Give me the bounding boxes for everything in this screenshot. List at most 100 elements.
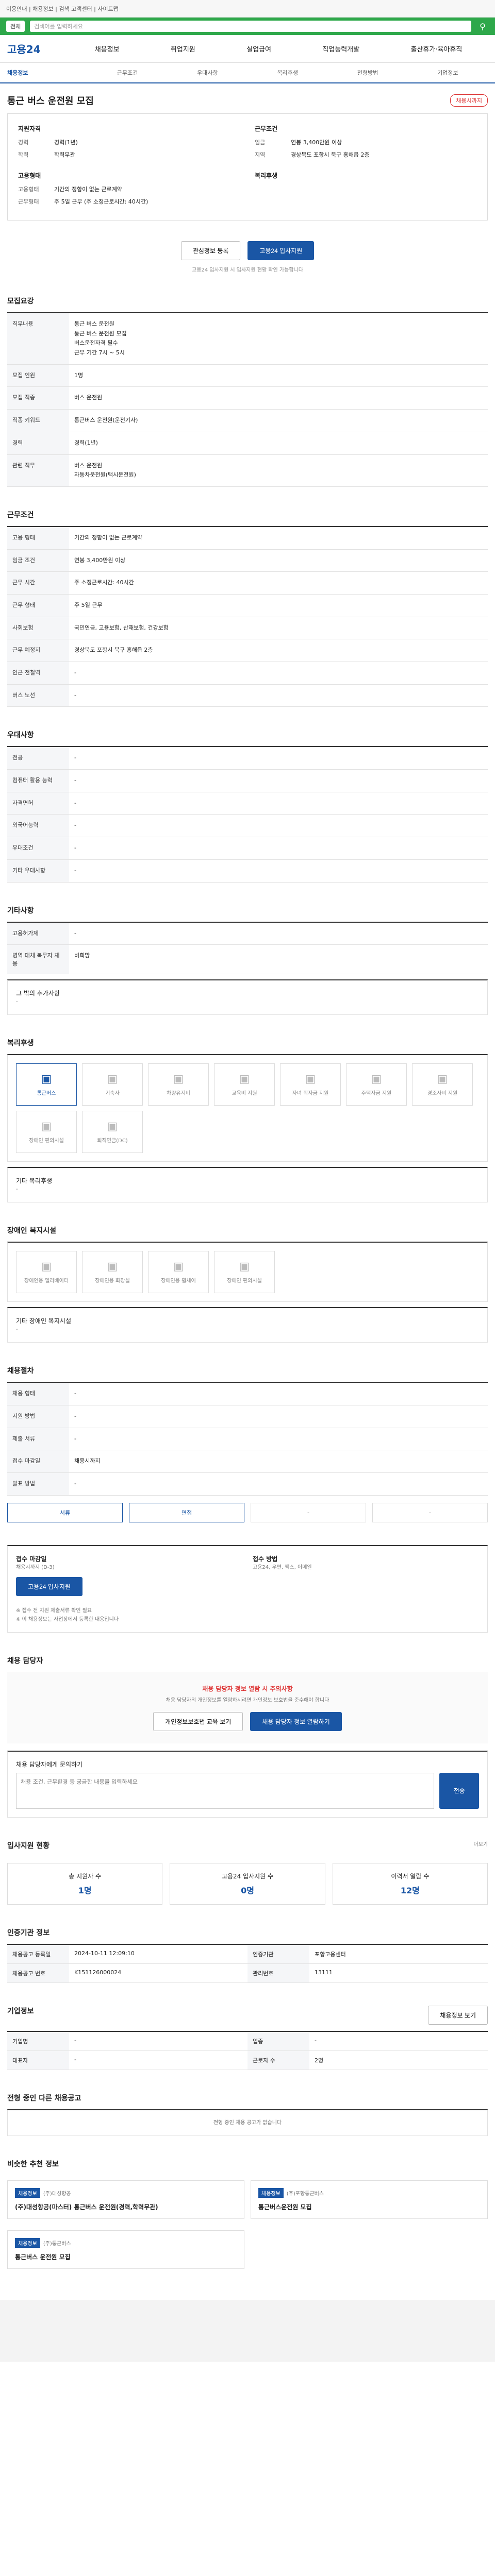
screening-step: 면접 — [129, 1502, 244, 1522]
summary-key: 고용형태 — [18, 186, 39, 193]
similar-card[interactable]: 채용정보 (주)통근버스통근버스 운전원 모집 — [7, 2230, 244, 2269]
info-key: 관리번호 — [248, 1963, 309, 1982]
similar-title[interactable]: 통근버스 운전원 모집 — [15, 2252, 237, 2261]
row-key: 모집 직종 — [7, 386, 69, 410]
benefit-item: ▣ 장애인용 휠체어 — [148, 1251, 209, 1294]
row-key: 우대조건 — [7, 837, 69, 860]
question-label: 채용 담당자에게 문의하기 — [16, 1760, 83, 1768]
table-row: 근무 형태 주 5일 근무 — [7, 594, 488, 617]
benefit-label: 장애인용 화장실 — [95, 1278, 130, 1284]
tab-item[interactable]: 채용정보 — [7, 69, 87, 77]
summary-key: 근무형태 — [18, 198, 39, 205]
summary-row: 임금 연봉 3,400만원 이상 — [255, 138, 477, 146]
info-row: 관리번호 13111 — [248, 1963, 488, 1983]
similar-card-top: 채용정보 (주)통근버스 — [15, 2238, 237, 2248]
table-row: 근무 시간 주 소정근로시간: 40시간 — [7, 571, 488, 595]
row-key: 근무 형태 — [7, 594, 69, 617]
info-value: - — [74, 2037, 76, 2044]
info-value: 포항고용센터 — [315, 1951, 346, 1958]
benefit-icon: ▣ — [305, 1073, 316, 1086]
site-logo[interactable]: 고용24 — [7, 41, 69, 56]
job-title: 통근 버스 운전원 모집 — [7, 96, 94, 107]
table-row: 임금 조건 연봉 3,400만원 이상 — [7, 549, 488, 572]
gnb-item[interactable]: 채용정보 — [95, 44, 120, 54]
similar-title[interactable]: 통근버스운전원 모집 — [258, 2202, 480, 2211]
benefit-icon: ▣ — [437, 1073, 448, 1086]
etc-extra: - — [16, 999, 18, 1005]
tab-item[interactable]: 기업정보 — [408, 69, 488, 77]
row-value: - — [69, 1405, 488, 1428]
row-value: 1명 — [69, 364, 488, 387]
tab-item[interactable]: 전형방법 — [327, 69, 407, 77]
benefit-item: ▣ 퇴직연금(DC) — [82, 1111, 143, 1154]
table-row: 지원 방법 - — [7, 1405, 488, 1428]
gnb-item[interactable]: 실업급여 — [246, 44, 271, 54]
tab-item[interactable]: 복리후생 — [248, 69, 327, 77]
search-category-select[interactable]: 전체 — [6, 21, 25, 32]
screening-step: 서류 — [7, 1502, 123, 1522]
info-row: 채용공고 번호 K151126000024 — [7, 1963, 248, 1983]
benefit-label: 장애인 편의시설 — [227, 1278, 262, 1284]
benefit-item: ▣ 장애인용 엘리베이터 — [16, 1251, 77, 1294]
search-icon[interactable]: ⚲ — [476, 22, 489, 31]
row-value: - — [69, 747, 488, 770]
summary-row: 학력 학력무관 — [18, 150, 240, 159]
disabled-etc-box: 기타 장애인 복지시설 - — [7, 1307, 488, 1343]
table-row: 직종 키워드 통근버스 운전원(운전기사) — [7, 409, 488, 432]
job-desc: 통근 버스 운전원 통근 버스 운전원 모집 버스운전자격 필수 근무 기간 7… — [69, 313, 488, 365]
stat-card: 총 지원자 수 1명 — [7, 1862, 163, 1905]
company-jobs-button[interactable]: 채용정보 보기 — [428, 2005, 488, 2025]
view-manager-button[interactable]: 채용 담당자 정보 열람하기 — [250, 1711, 342, 1731]
preference-title: 우대사항 — [7, 731, 34, 740]
row-key: 외국어능력 — [7, 814, 69, 838]
summary-value: 경력(1년) — [54, 139, 78, 146]
row-key: 버스 노선 — [7, 684, 69, 707]
tab-item[interactable]: 근무조건 — [87, 69, 167, 77]
row-key: 채용 형태 — [7, 1382, 69, 1405]
similar-company: (주)통근버스 — [43, 2241, 71, 2247]
status-more-link[interactable]: 더보기 — [473, 1840, 488, 1857]
privacy-edu-button[interactable]: 개인정보보호법 교육 보기 — [153, 1711, 243, 1731]
info-value: - — [74, 2056, 76, 2063]
send-button[interactable]: 전송 — [439, 1772, 479, 1809]
apply-method-title: 접수 방법 — [253, 1555, 278, 1563]
scrap-button[interactable]: 관심정보 등록 — [180, 241, 241, 260]
question-input[interactable] — [16, 1772, 435, 1809]
gnb-item[interactable]: 직업능력개발 — [322, 44, 359, 54]
table-row: 모집 직종 버스 운전원 — [7, 386, 488, 410]
apply-button[interactable]: 고용24 입사지원 — [248, 241, 315, 260]
apply-buttons: 관심정보 등록 고용24 입사지원 — [7, 241, 488, 260]
summary-value: 경상북도 포항시 북구 흥해읍 2층 — [291, 151, 370, 158]
row-key: 직종 키워드 — [7, 409, 69, 432]
row-key: 컴퓨터 활용 능력 — [7, 769, 69, 792]
tab-item[interactable]: 우대사항 — [168, 69, 248, 77]
manager-desc: 채용 담당자의 개인정보를 열람하시려면 개인정보 보호법을 준수해야 합니다 — [166, 1697, 329, 1703]
gnb-item[interactable]: 출산휴가·육아휴직 — [410, 44, 462, 54]
table-row: 채용 형태 - — [7, 1382, 488, 1405]
apply-now-button[interactable]: 고용24 입사지원 — [16, 1577, 82, 1596]
row-key: 인근 전철역 — [7, 662, 69, 685]
row-key: 임금 조건 — [7, 549, 69, 572]
table-row: 고용 형태 기간의 정함이 없는 근로계약 — [7, 526, 488, 550]
top-notice: 이용안내 | 채용정보 | 검색 고객센터 | 사이트맵 — [6, 5, 119, 12]
summary-key: 학력 — [18, 151, 29, 158]
table-row: 컴퓨터 활용 능력 - — [7, 769, 488, 792]
stat-label: 이력서 열람 수 — [391, 1872, 430, 1880]
similar-tag: 채용정보 — [15, 2238, 40, 2248]
similar-company: (주)대성항공 — [43, 2191, 71, 2197]
similar-title[interactable]: (주)대성항공(마스터) 통근버스 운전원(경력,학력무관) — [15, 2202, 237, 2211]
row-key: 발표 방법 — [7, 1472, 69, 1496]
disabled-title: 장애인 복지시설 — [7, 1227, 57, 1235]
gnb-item[interactable]: 취업지원 — [171, 44, 195, 54]
benefit-item: ▣ 주택자금 지원 — [346, 1063, 407, 1106]
search-input[interactable]: 검색어를 입력하세요 — [30, 21, 471, 32]
row-value: - — [69, 662, 488, 685]
info-section: 인증기관 정보 채용공고 등록일 2024-10-11 12:09:10 인증기관 포… — [7, 1927, 488, 1983]
row-value: - — [69, 1428, 488, 1451]
info-value: - — [315, 2037, 317, 2044]
table-row: 전공 - — [7, 747, 488, 770]
benefit-item: ▣ 장애인 편의시설 — [214, 1251, 275, 1294]
screening-section: 채용절차 채용 형태 - 지원 방법 - 제출 서류 - 접수 마감일 채용시까지 발표 방법 -… — [7, 1365, 488, 1522]
similar-card[interactable]: 채용정보 (주)대성항공 (주)대성항공(마스터) 통근버스 운전원(경력,학력무관… — [7, 2180, 244, 2219]
similar-card[interactable]: 채용정보 (주)포항통근버스 통근버스운전원 모집 — [251, 2180, 488, 2219]
